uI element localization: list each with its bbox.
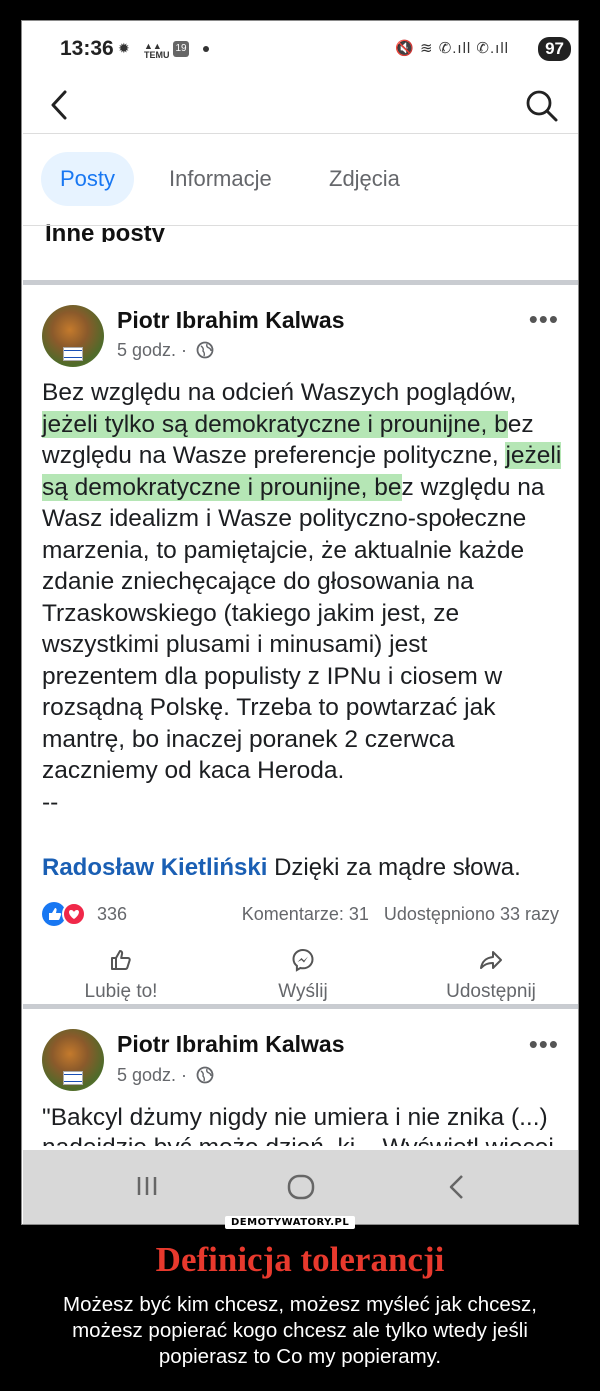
meme-title: Definicja tolerancji: [155, 1240, 445, 1279]
post-line: wszystkimi plusami i minusami) jest: [42, 631, 428, 658]
recent-apps-icon[interactable]: [133, 1172, 161, 1200]
search-icon[interactable]: [523, 88, 559, 124]
status-time: 13:36: [60, 37, 114, 60]
tab-informacje[interactable]: Informacje: [169, 152, 272, 206]
meme-caption: Możesz być kim chcesz, możesz myśleć jak…: [63, 1293, 537, 1368]
post-separator: [23, 280, 578, 285]
post-stats: Komentarze: 31 Udostępniono 33 razy: [242, 902, 559, 926]
post-line: prezentem dla populisty z IPNu i ciosem …: [42, 662, 503, 690]
tab-zdjecia[interactable]: Zdjęcia: [329, 152, 400, 206]
share-label: Udostępnij: [446, 981, 536, 1002]
post-line: Trzaskowskiego (takiego jakim jest, ze: [42, 599, 460, 627]
screenshot-frame: 13:36 ✹ ▲▲ TEMU 19 🔇 ≋ ✆.ıll ✆.ıll 97 Pos…: [21, 20, 579, 1225]
messenger-icon: [292, 948, 314, 972]
flag-icon: [63, 1071, 83, 1085]
temu-icon: ▲▲ TEMU: [144, 41, 170, 60]
status-bar: 13:36 ✹ ▲▲ TEMU 19 🔇 ≋ ✆.ıll ✆.ıll 97: [23, 22, 578, 80]
phone-screen: 13:36 ✹ ▲▲ TEMU 19 🔇 ≋ ✆.ıll ✆.ıll 97 Pos…: [23, 22, 578, 1224]
globe-icon: [196, 341, 214, 359]
post-author[interactable]: Piotr Ibrahim Kalwas: [117, 1031, 345, 1058]
post-line: --: [42, 788, 59, 816]
post-body: Bez względu na odcień Waszych poglądów, …: [42, 377, 567, 818]
post-actions: Lubię to! Wyślij Udostępnij: [23, 947, 578, 1003]
notification-icon: ✹: [118, 40, 130, 56]
comment-text: Dzięki za mądre słowa.: [267, 854, 521, 881]
back-arrow-icon[interactable]: [45, 88, 75, 122]
top-navigation: [23, 80, 578, 132]
post-body-truncated[interactable]: nadejdzie być może dzień, ki... Wyświetl…: [42, 1136, 554, 1146]
signal-icons: 🔇 ≋ ✆.ıll ✆.ıll: [395, 40, 509, 57]
profile-tabs: Posty Informacje Zdjęcia: [23, 134, 578, 226]
more-options-icon[interactable]: •••: [529, 1031, 559, 1057]
highlight-mark: jeżeli: [505, 442, 562, 469]
send-label: Wyślij: [278, 981, 328, 1002]
back-nav-icon[interactable]: [443, 1172, 471, 1202]
thumbs-up-icon: [111, 950, 131, 970]
like-label: Lubię to!: [84, 981, 158, 1002]
post-line: marzenia, to pamiętajcie, że aktualnie k…: [42, 536, 525, 564]
post-line: Bez względu na odcień Waszych poglądów,: [42, 379, 517, 406]
post-line: zdanie zniechęcające do głosowania na: [42, 568, 474, 595]
home-icon[interactable]: [286, 1172, 316, 1202]
post-line: względu na Wasze preferencje polityczne,…: [42, 442, 562, 469]
post-time: 5 godz. ·: [117, 1065, 214, 1086]
avatar[interactable]: [42, 305, 104, 367]
system-navigation-bar: [23, 1150, 578, 1224]
avatar[interactable]: [42, 1029, 104, 1091]
post-time: 5 godz. ·: [117, 340, 214, 361]
share-arrow-icon: [480, 951, 502, 969]
post-author[interactable]: Piotr Ibrahim Kalwas: [117, 307, 345, 334]
flag-icon: [63, 347, 83, 361]
post-body: "Bakcyl dżumy nigdy nie umiera i nie zni…: [42, 1104, 548, 1131]
post-time-label: 5 godz. ·: [117, 1065, 188, 1085]
post-line: jeżeli tylko są demokratyczne i prounijn…: [42, 410, 534, 438]
like-button[interactable]: Lubię to!: [81, 947, 161, 1003]
comment-author[interactable]: Radosław Kietliński: [42, 854, 267, 881]
highlight-mark: są demokratyczne i prounijne, be: [42, 473, 402, 501]
share-button[interactable]: Udostępnij: [438, 947, 544, 1003]
post-time-label: 5 godz. ·: [117, 340, 188, 360]
reaction-count: 336: [97, 904, 128, 924]
more-options-icon[interactable]: •••: [529, 306, 559, 332]
post-line: zaczniemy od kaca Heroda.: [42, 757, 345, 784]
post-line: Wasz idealizm i Wasze polityczno-społecz…: [42, 505, 527, 532]
post-line: mantrę, bo inaczej poranek 2 czerwca: [42, 725, 455, 753]
shares-count[interactable]: Udostępniono 33 razy: [384, 904, 559, 924]
more-notifications-dot: [203, 46, 209, 52]
comments-count[interactable]: Komentarze: 31: [242, 904, 369, 924]
send-button[interactable]: Wyślij: [268, 947, 338, 1003]
tab-posty[interactable]: Posty: [41, 152, 135, 206]
highlight-mark: jeżeli tylko są demokratyczne i prounijn…: [42, 410, 508, 438]
post-line: są demokratyczne i prounijne, bez względ…: [42, 473, 545, 501]
top-comment[interactable]: Radosław Kietliński Dzięki za mądre słow…: [42, 854, 521, 882]
battery-indicator: 97: [538, 37, 571, 61]
section-title: Inne posty: [45, 220, 166, 242]
globe-icon: [196, 1066, 214, 1084]
site-logo: DEMOTYWATORY.PL: [225, 1216, 356, 1229]
post-line: rozsądną Polskę. Trzeba to powtarzać jak: [42, 694, 496, 721]
love-reaction-icon: [62, 902, 86, 926]
divider: [23, 225, 578, 226]
calendar-badge: 19: [173, 41, 189, 57]
post-separator: [23, 1004, 578, 1009]
